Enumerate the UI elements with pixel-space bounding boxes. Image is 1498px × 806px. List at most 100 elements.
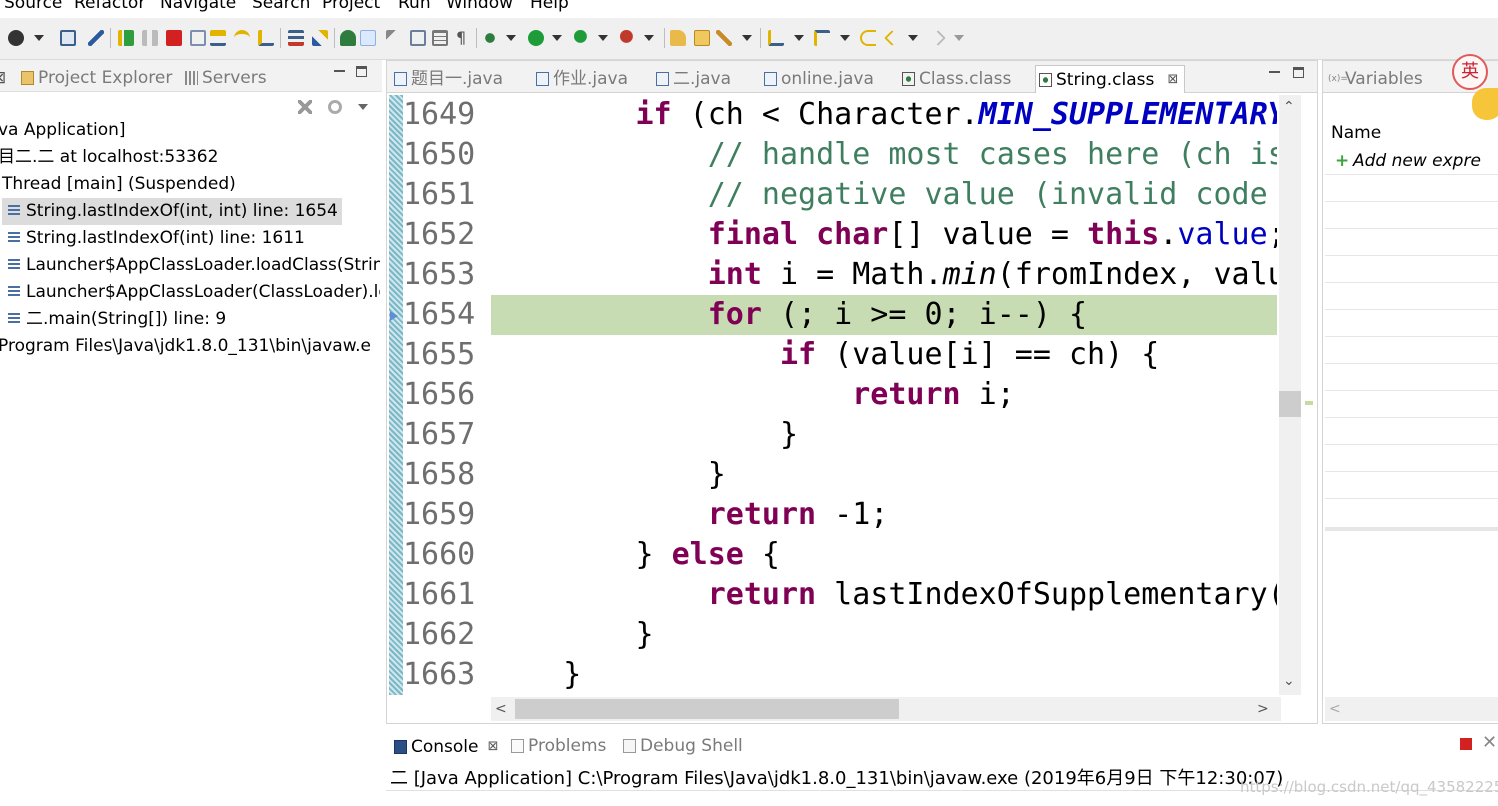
vertical-scroll-thumb[interactable] xyxy=(1279,391,1301,417)
detail-pane-sash[interactable] xyxy=(1325,527,1498,531)
toggle-mark-icon[interactable] xyxy=(410,30,426,46)
external-tools-icon[interactable] xyxy=(620,30,636,46)
tab-console[interactable]: Console ⊠ xyxy=(390,732,502,760)
close-icon[interactable]: ⊠ xyxy=(488,733,499,761)
back-icon[interactable] xyxy=(884,30,900,46)
stack-frame[interactable]: Launcher$AppClassLoader.loadClass(Strin xyxy=(8,252,380,279)
inspect-icon[interactable] xyxy=(340,30,356,46)
chevron-down-icon[interactable] xyxy=(742,35,752,41)
debug-icon[interactable] xyxy=(482,30,498,46)
open-console-icon[interactable] xyxy=(60,30,76,46)
horizontal-scroll-thumb[interactable] xyxy=(515,699,899,719)
stack-frame-selected[interactable]: String.lastIndexOf(int, int) line: 1654 xyxy=(2,198,342,225)
last-edit-location-icon[interactable] xyxy=(860,30,876,46)
chevron-down-icon[interactable] xyxy=(358,104,368,110)
scroll-right-icon[interactable]: > xyxy=(1257,701,1269,717)
run-icon[interactable] xyxy=(528,30,544,46)
step-into-icon[interactable] xyxy=(210,30,226,46)
perspective-icon[interactable] xyxy=(8,30,24,46)
disconnect-icon[interactable] xyxy=(190,30,206,46)
chevron-down-icon[interactable] xyxy=(598,35,608,41)
skip-breakpoints-icon[interactable] xyxy=(88,30,104,46)
grid-line xyxy=(1325,498,1498,499)
suspend-icon[interactable] xyxy=(142,30,158,46)
tab-debug-shell[interactable]: Debug Shell xyxy=(620,732,743,760)
tab-online-java[interactable]: online.java xyxy=(761,65,874,93)
next-annotation-icon[interactable] xyxy=(768,30,784,46)
coverage-icon[interactable] xyxy=(574,30,590,46)
scroll-left-icon[interactable]: < xyxy=(1329,701,1341,717)
chevron-down-icon[interactable] xyxy=(954,35,964,41)
resume-icon[interactable] xyxy=(118,30,134,46)
menu-project[interactable]: Project xyxy=(322,0,380,13)
forward-icon[interactable] xyxy=(930,30,946,46)
tree-item-launch[interactable]: va Application] xyxy=(0,117,126,144)
scroll-left-icon[interactable]: < xyxy=(495,701,507,717)
display-icon[interactable] xyxy=(360,30,376,46)
tab-题目一-java[interactable]: 题目一.java xyxy=(391,65,503,93)
minimize-icon[interactable] xyxy=(334,66,345,72)
open-type-icon[interactable] xyxy=(694,30,710,46)
vertical-ruler[interactable] xyxy=(389,95,403,695)
terminate-icon[interactable] xyxy=(1460,738,1472,750)
debug-tab-stub[interactable]: ⊠ xyxy=(0,64,8,92)
chevron-down-icon[interactable] xyxy=(794,35,804,41)
ime-indicator-icon[interactable]: 英 xyxy=(1452,54,1488,90)
tree-item-target[interactable]: 目二.二 at localhost:53362 xyxy=(0,144,218,171)
scroll-up-icon[interactable]: ⌃ xyxy=(1283,99,1295,115)
overview-marker[interactable] xyxy=(1305,401,1313,405)
chevron-down-icon[interactable] xyxy=(506,35,516,41)
step-over-icon[interactable] xyxy=(234,30,250,46)
search-icon[interactable] xyxy=(716,30,732,46)
stack-frame[interactable]: Launcher$AppClassLoader(ClassLoader).lo xyxy=(8,279,380,306)
menu-navigate[interactable]: Navigate xyxy=(160,0,236,13)
editor-area: 题目一.java 作业.java 二.java online.java Clas… xyxy=(386,60,1318,724)
column-header-name[interactable]: Name xyxy=(1331,123,1381,143)
execute-icon[interactable] xyxy=(386,30,402,46)
step-return-icon[interactable] xyxy=(258,30,274,46)
tab-string-class[interactable]: String.class ⊠ xyxy=(1035,65,1186,94)
menu-refactor[interactable]: Refactor xyxy=(74,0,145,13)
tab-作业-java[interactable]: 作业.java xyxy=(533,65,628,93)
stack-frame[interactable]: String.lastIndexOf(int) line: 1611 xyxy=(8,225,305,252)
menu-run[interactable]: Run xyxy=(398,0,431,13)
menu-window[interactable]: Window xyxy=(446,0,513,13)
grid-line xyxy=(1325,174,1498,175)
chevron-down-icon[interactable] xyxy=(644,35,654,41)
show-whitespace-icon[interactable] xyxy=(432,30,448,46)
chevron-down-icon[interactable] xyxy=(552,35,562,41)
tab-project-explorer[interactable]: Project Explorer xyxy=(18,64,172,92)
tab-variables[interactable]: (x)= Variables xyxy=(1325,65,1423,93)
previous-annotation-icon[interactable] xyxy=(814,30,830,46)
remove-all-terminated-icon[interactable] xyxy=(298,100,312,114)
pilcrow-icon[interactable]: ¶ xyxy=(456,30,472,46)
tree-item-process[interactable]: Program Files\Java\jdk1.8.0_131\bin\java… xyxy=(0,333,382,360)
minimize-icon[interactable] xyxy=(1269,67,1280,73)
code-editor[interactable]: if (ch < Character.MIN_SUPPLEMENTARY_COD… xyxy=(491,95,1277,695)
tab-二-java[interactable]: 二.java xyxy=(653,65,731,93)
maximize-icon[interactable] xyxy=(1293,67,1304,78)
chevron-down-icon[interactable] xyxy=(840,35,850,41)
add-new-expression[interactable]: + Add new expre xyxy=(1335,151,1481,171)
drop-to-frame-icon[interactable] xyxy=(288,30,304,46)
chevron-down-icon[interactable] xyxy=(908,35,918,41)
tab-servers[interactable]: Servers xyxy=(182,64,267,92)
stack-frame[interactable]: 二.main(String[]) line: 9 xyxy=(8,306,226,333)
tree-item-thread[interactable]: Thread [main] (Suspended) xyxy=(2,171,236,198)
menu-search[interactable]: Search xyxy=(252,0,310,13)
chevron-down-icon[interactable] xyxy=(34,35,44,41)
horizontal-scrollbar[interactable] xyxy=(1325,697,1498,721)
menu-help[interactable]: Help xyxy=(530,0,569,13)
scroll-down-icon[interactable]: ⌄ xyxy=(1283,673,1295,689)
menu-source[interactable]: Source xyxy=(4,0,62,13)
remove-launch-icon[interactable]: ✕ xyxy=(1482,732,1497,753)
tab-class-class[interactable]: Class.class xyxy=(899,65,1011,93)
new-java-package-icon[interactable] xyxy=(670,30,686,46)
tab-problems[interactable]: Problems xyxy=(508,732,606,760)
close-icon[interactable]: ⊠ xyxy=(1167,66,1178,94)
terminate-icon[interactable] xyxy=(166,30,182,46)
code-line: if (ch < Character.MIN_SUPPLEMENTARY_COD… xyxy=(635,97,1278,132)
view-menu-icon[interactable] xyxy=(328,100,342,114)
use-step-filters-icon[interactable] xyxy=(312,30,328,46)
maximize-icon[interactable] xyxy=(356,66,367,77)
